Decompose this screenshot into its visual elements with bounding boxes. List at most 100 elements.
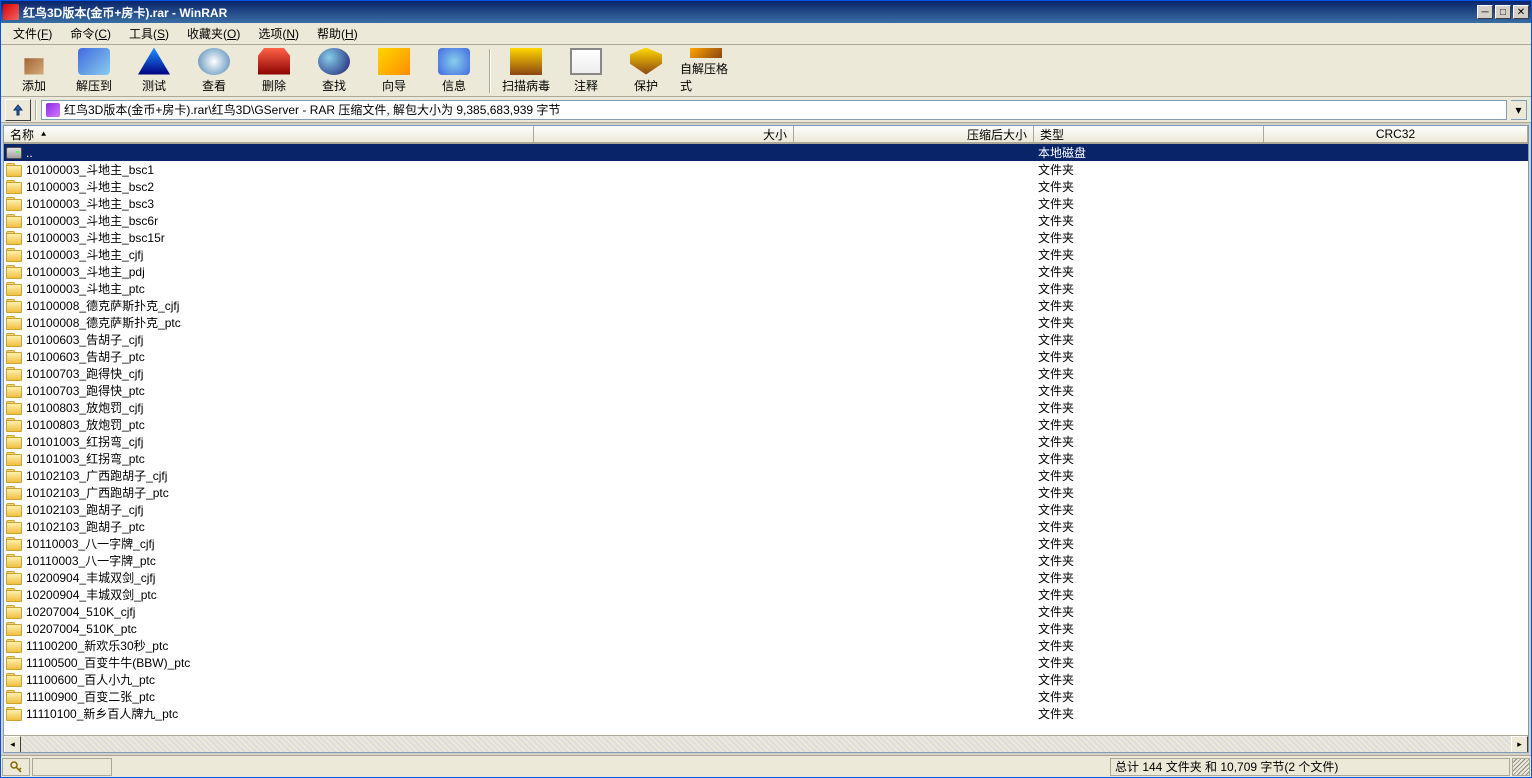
file-name: 10102103_跑胡子_cjfj bbox=[26, 501, 143, 518]
table-row[interactable]: 11100900_百变二张_ptc文件夹 bbox=[4, 688, 1528, 705]
file-type: 文件夹 bbox=[1034, 637, 1264, 654]
titlebar[interactable]: 红鸟3D版本(金币+房卡).rar - WinRAR ─ □ ✕ bbox=[1, 1, 1531, 23]
file-name: 10100803_放炮罚_cjfj bbox=[26, 399, 143, 416]
up-folder-button[interactable] bbox=[5, 99, 31, 121]
view-button[interactable]: 查看 bbox=[187, 47, 241, 95]
address-field[interactable]: 红鸟3D版本(金币+房卡).rar\红鸟3D\GServer - RAR 压缩文… bbox=[41, 100, 1507, 120]
table-row[interactable]: 10200904_丰城双剑_ptc文件夹 bbox=[4, 586, 1528, 603]
column-header-packed[interactable]: 压缩后大小 bbox=[794, 126, 1034, 143]
file-name: 11100900_百变二张_ptc bbox=[26, 688, 155, 705]
status-lock-cell[interactable] bbox=[2, 758, 30, 776]
table-row[interactable]: 10100003_斗地主_bsc6r文件夹 bbox=[4, 212, 1528, 229]
column-header-size[interactable]: 大小 bbox=[534, 126, 794, 143]
column-header-name[interactable]: 名称⯅ bbox=[4, 126, 534, 143]
menu-c[interactable]: 命令(C) bbox=[62, 23, 119, 44]
table-row[interactable]: 10100703_跑得快_ptc文件夹 bbox=[4, 382, 1528, 399]
scroll-right-button[interactable]: ▸ bbox=[1511, 736, 1528, 753]
horizontal-scrollbar[interactable]: ◂ ▸ bbox=[4, 735, 1528, 752]
menu-o[interactable]: 收藏夹(O) bbox=[179, 23, 248, 44]
extract-button[interactable]: 解压到 bbox=[67, 47, 121, 95]
info-button[interactable]: 信息 bbox=[427, 47, 481, 95]
toolbar: 添加解压到测试查看删除查找向导信息扫描病毒注释保护自解压格式 bbox=[1, 45, 1531, 97]
table-row[interactable]: 10102103_广西跑胡子_ptc文件夹 bbox=[4, 484, 1528, 501]
column-header-crc[interactable]: CRC32 bbox=[1264, 126, 1528, 143]
table-row[interactable]: 10100703_跑得快_cjfj文件夹 bbox=[4, 365, 1528, 382]
resize-grip[interactable] bbox=[1512, 758, 1530, 776]
folder-icon bbox=[6, 605, 22, 618]
file-name: 10102103_广西跑胡子_ptc bbox=[26, 484, 169, 501]
file-type: 文件夹 bbox=[1034, 212, 1264, 229]
menu-h[interactable]: 帮助(H) bbox=[309, 23, 366, 44]
menu-f[interactable]: 文件(F) bbox=[5, 23, 60, 44]
addressbar: 红鸟3D版本(金币+房卡).rar\红鸟3D\GServer - RAR 压缩文… bbox=[1, 97, 1531, 123]
table-row[interactable]: 11110100_新乡百人牌九_ptc文件夹 bbox=[4, 705, 1528, 722]
file-name: 10100703_跑得快_cjfj bbox=[26, 365, 143, 382]
scroll-track[interactable] bbox=[21, 736, 1511, 753]
parent-folder-row[interactable]: ..本地磁盘 bbox=[4, 144, 1528, 161]
table-row[interactable]: 11100600_百人小九_ptc文件夹 bbox=[4, 671, 1528, 688]
table-row[interactable]: 11100500_百变牛牛(BBW)_ptc文件夹 bbox=[4, 654, 1528, 671]
comment-button[interactable]: 注释 bbox=[559, 47, 613, 95]
table-row[interactable]: 10100003_斗地主_bsc15r文件夹 bbox=[4, 229, 1528, 246]
folder-icon bbox=[6, 554, 22, 567]
table-row[interactable]: 10101003_红拐弯_ptc文件夹 bbox=[4, 450, 1528, 467]
table-row[interactable]: 10101003_红拐弯_cjfj文件夹 bbox=[4, 433, 1528, 450]
file-list-body[interactable]: ..本地磁盘10100003_斗地主_bsc1文件夹10100003_斗地主_b… bbox=[4, 144, 1528, 735]
folder-icon bbox=[6, 180, 22, 193]
table-row[interactable]: 10100008_德克萨斯扑克_cjfj文件夹 bbox=[4, 297, 1528, 314]
delete-button[interactable]: 删除 bbox=[247, 47, 301, 95]
key-icon bbox=[10, 761, 22, 773]
folder-icon bbox=[6, 316, 22, 329]
table-row[interactable]: 10100803_放炮罚_ptc文件夹 bbox=[4, 416, 1528, 433]
wizard-button[interactable]: 向导 bbox=[367, 47, 421, 95]
sfx-button[interactable]: 自解压格式 bbox=[679, 47, 733, 95]
table-row[interactable]: 10110003_八一字牌_cjfj文件夹 bbox=[4, 535, 1528, 552]
folder-icon bbox=[6, 673, 22, 686]
add-button[interactable]: 添加 bbox=[7, 47, 61, 95]
table-row[interactable]: 10100003_斗地主_cjfj文件夹 bbox=[4, 246, 1528, 263]
file-type: 文件夹 bbox=[1034, 552, 1264, 569]
table-row[interactable]: 10100003_斗地主_bsc3文件夹 bbox=[4, 195, 1528, 212]
status-progress-cell bbox=[32, 758, 112, 776]
table-row[interactable]: 10100003_斗地主_ptc文件夹 bbox=[4, 280, 1528, 297]
file-type: 文件夹 bbox=[1034, 433, 1264, 450]
table-row[interactable]: 10207004_510K_cjfj文件夹 bbox=[4, 603, 1528, 620]
file-name: 10100003_斗地主_bsc3 bbox=[26, 195, 154, 212]
folder-icon bbox=[6, 231, 22, 244]
table-row[interactable]: 10110003_八一字牌_ptc文件夹 bbox=[4, 552, 1528, 569]
folder-icon bbox=[6, 656, 22, 669]
virus-scan-button[interactable]: 扫描病毒 bbox=[499, 47, 553, 95]
test-button[interactable]: 测试 bbox=[127, 47, 181, 95]
maximize-button[interactable]: □ bbox=[1495, 5, 1511, 19]
sfx-icon bbox=[690, 48, 722, 58]
file-type: 文件夹 bbox=[1034, 399, 1264, 416]
table-row[interactable]: 11100200_新欢乐30秒_ptc文件夹 bbox=[4, 637, 1528, 654]
table-row[interactable]: 10100003_斗地主_bsc2文件夹 bbox=[4, 178, 1528, 195]
protect-button[interactable]: 保护 bbox=[619, 47, 673, 95]
column-header-type[interactable]: 类型 bbox=[1034, 126, 1264, 143]
table-row[interactable]: 10100003_斗地主_pdj文件夹 bbox=[4, 263, 1528, 280]
table-row[interactable]: 10207004_510K_ptc文件夹 bbox=[4, 620, 1528, 637]
folder-icon bbox=[6, 265, 22, 278]
table-row[interactable]: 10100603_告胡子_ptc文件夹 bbox=[4, 348, 1528, 365]
table-row[interactable]: 10100003_斗地主_bsc1文件夹 bbox=[4, 161, 1528, 178]
table-row[interactable]: 10100008_德克萨斯扑克_ptc文件夹 bbox=[4, 314, 1528, 331]
folder-icon bbox=[6, 435, 22, 448]
menu-s[interactable]: 工具(S) bbox=[121, 23, 177, 44]
table-row[interactable]: 10100603_告胡子_cjfj文件夹 bbox=[4, 331, 1528, 348]
table-row[interactable]: 10200904_丰城双剑_cjfj文件夹 bbox=[4, 569, 1528, 586]
scroll-left-button[interactable]: ◂ bbox=[4, 736, 21, 753]
close-button[interactable]: ✕ bbox=[1513, 5, 1529, 19]
file-name: 10100003_斗地主_ptc bbox=[26, 280, 145, 297]
folder-icon bbox=[6, 469, 22, 482]
address-dropdown-button[interactable]: ▾ bbox=[1511, 100, 1527, 120]
addressbar-separator bbox=[35, 100, 37, 120]
menu-n[interactable]: 选项(N) bbox=[250, 23, 307, 44]
table-row[interactable]: 10102103_跑胡子_ptc文件夹 bbox=[4, 518, 1528, 535]
table-row[interactable]: 10100803_放炮罚_cjfj 文件夹 bbox=[4, 399, 1528, 416]
table-row[interactable]: 10102103_广西跑胡子_cjfj文件夹 bbox=[4, 467, 1528, 484]
table-row[interactable]: 10102103_跑胡子_cjfj文件夹 bbox=[4, 501, 1528, 518]
find-button[interactable]: 查找 bbox=[307, 47, 361, 95]
file-type: 文件夹 bbox=[1034, 535, 1264, 552]
minimize-button[interactable]: ─ bbox=[1477, 5, 1493, 19]
